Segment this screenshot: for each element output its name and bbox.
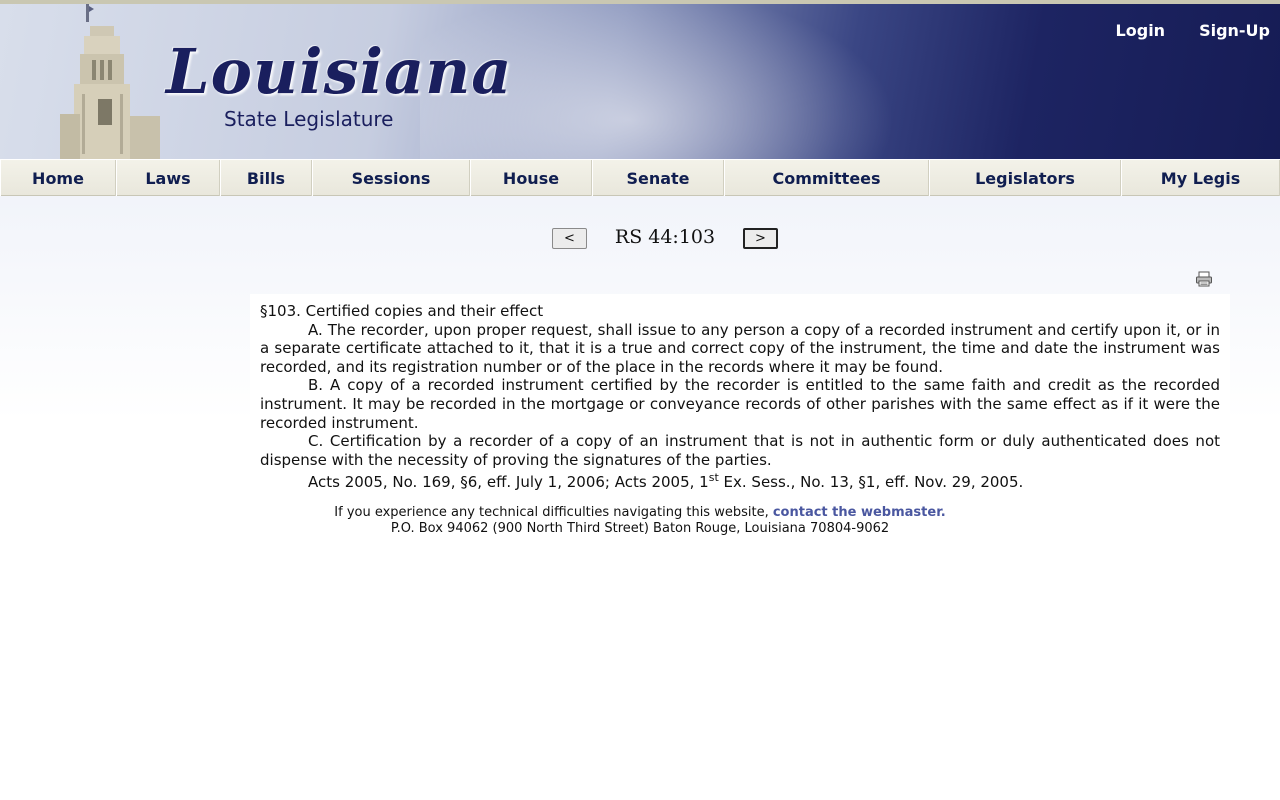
- previous-section-button[interactable]: <: [552, 228, 587, 249]
- nav-item-committees[interactable]: Committees: [724, 160, 929, 196]
- history-superscript: st: [708, 471, 719, 485]
- history-text-end: Ex. Sess., No. 13, §1, eff. Nov. 29, 200…: [718, 473, 1024, 492]
- next-section-button[interactable]: >: [743, 228, 778, 249]
- nav-item-house[interactable]: House: [470, 160, 592, 196]
- law-text: §103. Certified copies and their effect …: [250, 294, 1230, 504]
- paragraph-a: A. The recorder, upon proper request, sh…: [260, 320, 1220, 376]
- nav-item-laws[interactable]: Laws: [116, 160, 220, 196]
- printer-icon[interactable]: [1195, 270, 1213, 288]
- contact-webmaster-link[interactable]: contact the webmaster.: [773, 505, 946, 520]
- nav-item-sessions[interactable]: Sessions: [312, 160, 470, 196]
- site-header: Louisiana State Legislature Login Sign-U…: [0, 4, 1280, 159]
- document-title: RS 44:103: [614, 226, 716, 248]
- main-nav: Home Laws Bills Sessions House Senate Co…: [0, 159, 1280, 196]
- nav-item-bills[interactable]: Bills: [220, 160, 312, 196]
- signup-link[interactable]: Sign-Up: [1199, 20, 1270, 42]
- paragraph-b: B. A copy of a recorded instrument certi…: [260, 376, 1220, 432]
- paragraph-c: C. Certification by a recorder of a copy…: [260, 432, 1220, 469]
- history-text-start: Acts 2005, No. 169, §6, eff. July 1, 200…: [308, 473, 709, 492]
- login-link[interactable]: Login: [1116, 20, 1166, 42]
- section-heading: §103. Certified copies and their effect: [260, 302, 544, 320]
- capitol-building-icon: [60, 4, 160, 159]
- footer-difficulty-text: If you experience any technical difficul…: [334, 505, 773, 520]
- history-note: Acts 2005, No. 169, §6, eff. July 1, 200…: [260, 471, 1220, 492]
- header-links: Login Sign-Up: [1116, 20, 1270, 42]
- footer-address: P.O. Box 94062 (900 North Third Street) …: [390, 520, 890, 536]
- footer-help-line: If you experience any technical difficul…: [280, 505, 1000, 521]
- nav-item-my-legis[interactable]: My Legis: [1121, 160, 1280, 196]
- nav-item-senate[interactable]: Senate: [592, 160, 724, 196]
- site-footer: If you experience any technical difficul…: [280, 505, 1000, 539]
- logo-subtitle: State Legislature: [224, 107, 394, 131]
- nav-item-legislators[interactable]: Legislators: [929, 160, 1121, 196]
- nav-item-home[interactable]: Home: [0, 160, 116, 196]
- logo-title: Louisiana: [166, 35, 513, 108]
